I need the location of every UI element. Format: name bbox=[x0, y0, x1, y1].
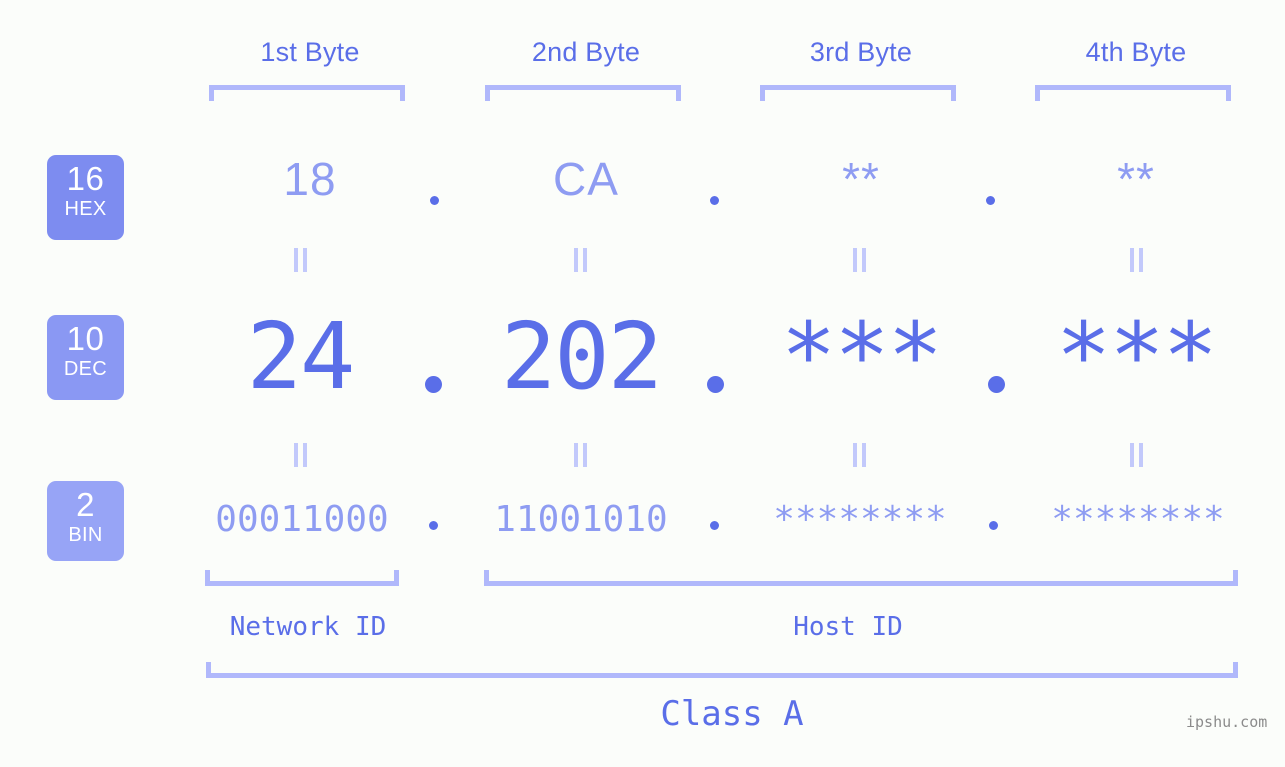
byte-header-2: 2nd Byte bbox=[531, 37, 641, 67]
base-badge-bin-system: BIN bbox=[68, 524, 103, 546]
byte-header-4: 4th Byte bbox=[1085, 37, 1187, 67]
dec-byte-3: *** bbox=[780, 303, 943, 410]
bin-byte-1: 00011000 bbox=[215, 499, 389, 540]
base-badge-hex-number: 16 bbox=[66, 160, 105, 197]
class-bracket bbox=[206, 662, 1238, 678]
class-label: Class A bbox=[660, 694, 804, 734]
hex-byte-4: ** bbox=[1117, 153, 1155, 205]
byte-bracket-2 bbox=[485, 85, 681, 101]
network-id-bracket bbox=[205, 570, 399, 586]
dec-separator-dot-2 bbox=[707, 376, 724, 393]
bin-byte-4: ******** bbox=[1051, 499, 1225, 540]
byte-header-3: 3rd Byte bbox=[809, 37, 913, 67]
hex-byte-3: ** bbox=[842, 153, 880, 205]
bin-byte-3: ******** bbox=[773, 499, 947, 540]
bin-separator-dot-1 bbox=[429, 521, 438, 530]
network-id-label: Network ID bbox=[229, 612, 387, 642]
byte-header-1: 1st Byte bbox=[260, 37, 360, 67]
host-id-bracket bbox=[484, 570, 1238, 586]
dec-byte-4: *** bbox=[1055, 303, 1218, 410]
hex-separator-dot-3 bbox=[986, 196, 995, 205]
equals-connector-2-1 bbox=[293, 443, 308, 467]
hex-byte-2: CA bbox=[553, 153, 619, 205]
bin-byte-2: 11001010 bbox=[494, 499, 668, 540]
base-badge-hex[interactable]: 16 HEX bbox=[47, 155, 124, 240]
base-badge-bin[interactable]: 2 BIN bbox=[47, 481, 124, 561]
base-badge-dec-number: 10 bbox=[66, 320, 105, 357]
host-id-label: Host ID bbox=[793, 612, 903, 642]
hex-byte-1: 18 bbox=[283, 153, 337, 205]
equals-connector-2-4 bbox=[1129, 443, 1144, 467]
hex-separator-dot-1 bbox=[430, 196, 439, 205]
site-watermark: ipshu.com bbox=[1186, 713, 1268, 731]
equals-connector-1-1 bbox=[293, 248, 308, 272]
equals-connector-2-3 bbox=[852, 443, 867, 467]
base-badge-bin-number: 2 bbox=[76, 486, 95, 523]
byte-bracket-3 bbox=[760, 85, 956, 101]
base-badge-dec[interactable]: 10 DEC bbox=[47, 315, 124, 400]
equals-connector-1-2 bbox=[573, 248, 588, 272]
hex-separator-dot-2 bbox=[710, 196, 719, 205]
dec-byte-2: 202 bbox=[500, 303, 663, 410]
dec-byte-1: 24 bbox=[246, 303, 356, 410]
equals-connector-1-4 bbox=[1129, 248, 1144, 272]
base-badge-dec-system: DEC bbox=[63, 358, 108, 380]
equals-connector-1-3 bbox=[852, 248, 867, 272]
ip-address-breakdown-diagram: 1st Byte 2nd Byte 3rd Byte 4th Byte 16 H… bbox=[0, 0, 1285, 767]
dec-separator-dot-1 bbox=[425, 376, 442, 393]
byte-bracket-4 bbox=[1035, 85, 1231, 101]
bin-separator-dot-2 bbox=[710, 521, 719, 530]
byte-bracket-1 bbox=[209, 85, 405, 101]
bin-separator-dot-3 bbox=[989, 521, 998, 530]
base-badge-hex-system: HEX bbox=[64, 198, 107, 220]
equals-connector-2-2 bbox=[573, 443, 588, 467]
dec-separator-dot-3 bbox=[988, 376, 1005, 393]
